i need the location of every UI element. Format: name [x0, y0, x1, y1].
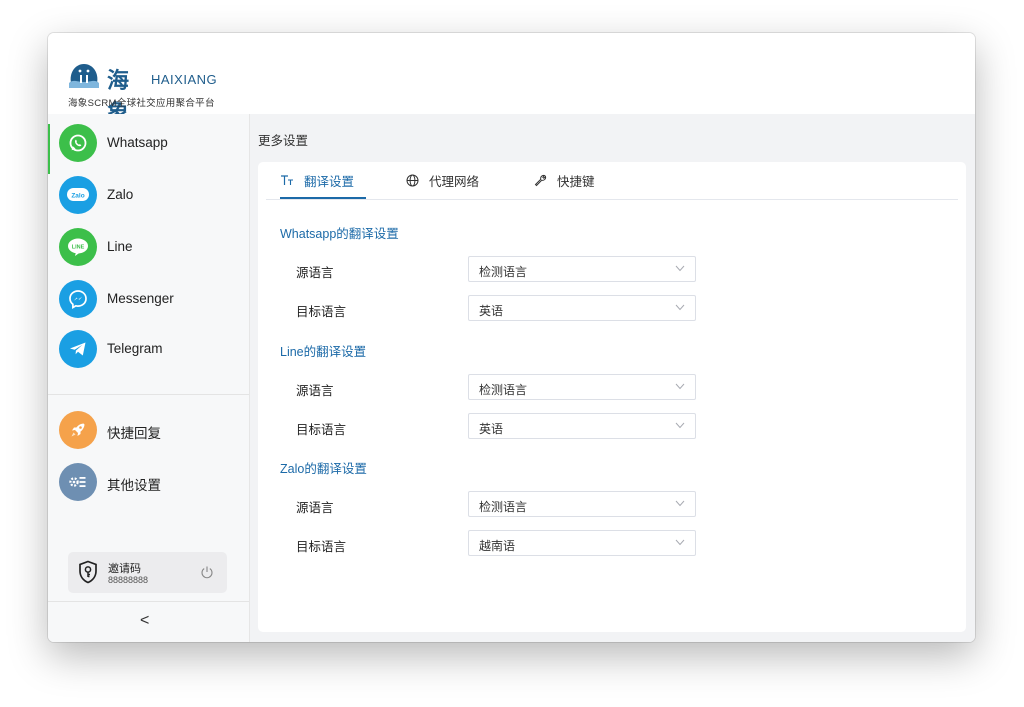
page-title: 更多设置: [258, 134, 309, 148]
logo-subtitle: 海象SCRM全球社交应用聚合平台: [68, 98, 215, 109]
select-value: 英语: [479, 304, 504, 318]
section-title-zalo: Zalo的翻译设置: [280, 462, 367, 476]
sidebar-item-telegram[interactable]: Telegram: [48, 320, 249, 372]
tab-shortcut-keys[interactable]: 快捷键: [534, 162, 595, 198]
sidebar-divider: [48, 394, 249, 395]
select-value: 检测语言: [479, 383, 528, 397]
select-value: 英语: [479, 422, 504, 436]
section-title-whatsapp: Whatsapp的翻译设置: [280, 227, 399, 241]
globe-icon: [406, 174, 419, 187]
svg-text:Zalo: Zalo: [71, 193, 84, 200]
main-content: 更多设置 翻译设置 代理网络 快捷键 Whatsapp的翻译设置 源语言 检测语…: [250, 114, 975, 642]
sidebar-item-whatsapp[interactable]: Whatsapp: [48, 114, 249, 174]
tab-label: 快捷键: [557, 174, 595, 189]
rocket-icon: [59, 411, 97, 449]
messenger-icon: [59, 280, 97, 318]
sidebar-item-label: Line: [107, 239, 133, 254]
sidebar: Whatsapp Zalo Zalo LINE Line Messenger T…: [48, 114, 250, 642]
invite-code-value: 88888888: [108, 575, 149, 585]
sidebar-item-other-settings[interactable]: 其他设置: [48, 453, 249, 505]
zalo-source-language-select[interactable]: 检测语言: [468, 491, 696, 517]
zalo-icon: Zalo: [59, 176, 97, 214]
zalo-target-language-select[interactable]: 越南语: [468, 530, 696, 556]
target-language-label: 目标语言: [296, 305, 347, 319]
sidebar-item-label: 快捷回复: [107, 426, 161, 441]
whatsapp-icon: [59, 124, 97, 162]
sidebar-item-label: Messenger: [107, 291, 174, 306]
whatsapp-target-language-select[interactable]: 英语: [468, 295, 696, 321]
select-value: 越南语: [479, 539, 516, 553]
chevron-down-icon: [675, 422, 685, 429]
app-header: 海象 HAIXIANG 海象SCRM全球社交应用聚合平台: [48, 33, 975, 125]
whatsapp-source-language-select[interactable]: 检测语言: [468, 256, 696, 282]
select-value: 检测语言: [479, 500, 528, 514]
target-language-label: 目标语言: [296, 540, 347, 554]
chevron-down-icon: [675, 265, 685, 272]
tab-label: 代理网络: [429, 174, 480, 189]
source-language-label: 源语言: [296, 501, 334, 515]
sidebar-item-quick-reply[interactable]: 快捷回复: [48, 401, 249, 453]
collapse-sidebar-button[interactable]: <: [140, 612, 149, 630]
power-icon[interactable]: [200, 565, 214, 579]
app-window: 海象 HAIXIANG 海象SCRM全球社交应用聚合平台 Whatsapp Za…: [48, 33, 975, 642]
shield-key-icon: [79, 560, 97, 584]
tab-translation-settings[interactable]: 翻译设置: [280, 162, 366, 199]
source-language-label: 源语言: [296, 384, 334, 398]
chevron-down-icon: [675, 383, 685, 390]
sidebar-item-line[interactable]: LINE Line: [48, 218, 249, 270]
tab-proxy-network[interactable]: 代理网络: [406, 162, 479, 198]
chevron-down-icon: [675, 304, 685, 311]
line-target-language-select[interactable]: 英语: [468, 413, 696, 439]
tab-label: 翻译设置: [304, 174, 355, 189]
sidebar-item-label: Zalo: [107, 187, 134, 202]
line-icon: LINE: [59, 228, 97, 266]
text-size-icon: [280, 174, 294, 186]
chevron-down-icon: [675, 539, 685, 546]
sidebar-bottom-divider: [48, 601, 249, 602]
section-title-line: Line的翻译设置: [280, 345, 367, 359]
invite-code-label: 邀请码: [108, 563, 141, 575]
sidebar-item-label: Whatsapp: [107, 135, 168, 150]
select-value: 检测语言: [479, 265, 528, 279]
line-source-language-select[interactable]: 检测语言: [468, 374, 696, 400]
svg-text:LINE: LINE: [72, 244, 85, 250]
sidebar-item-label: Telegram: [107, 341, 163, 356]
target-language-label: 目标语言: [296, 423, 347, 437]
sidebar-item-zalo[interactable]: Zalo Zalo: [48, 166, 249, 218]
wrench-icon: [534, 174, 547, 187]
sidebar-item-messenger[interactable]: Messenger: [48, 270, 249, 322]
telegram-icon: [59, 330, 97, 368]
source-language-label: 源语言: [296, 266, 334, 280]
settings-panel: 翻译设置 代理网络 快捷键 Whatsapp的翻译设置 源语言 检测语言 目标语…: [258, 162, 966, 632]
logo-english-text: HAIXIANG: [151, 72, 218, 87]
invite-code-card[interactable]: 邀请码 88888888: [68, 552, 227, 593]
settings-tabs: 翻译设置 代理网络 快捷键: [266, 162, 958, 200]
chevron-down-icon: [675, 500, 685, 507]
sidebar-item-label: 其他设置: [107, 478, 161, 493]
settings-icon: [59, 463, 97, 501]
walrus-logo-icon: [69, 64, 99, 88]
